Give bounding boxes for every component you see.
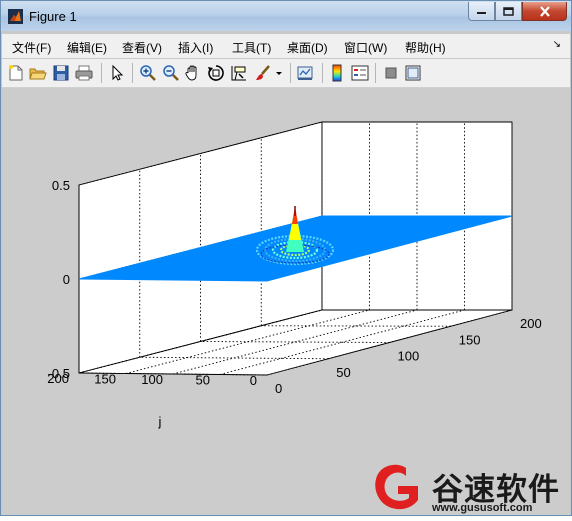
print-icon[interactable] xyxy=(75,64,93,82)
menu-view[interactable]: 查看(V) xyxy=(122,39,162,56)
menu-file[interactable]: 文件(F) xyxy=(12,39,51,56)
x-tick-label: 200 xyxy=(520,316,542,331)
menu-insert[interactable]: 插入(I) xyxy=(178,39,213,56)
edit-plot-arrow-icon[interactable] xyxy=(108,64,126,82)
colorbar-icon[interactable] xyxy=(328,64,346,82)
z-tick-label: 0 xyxy=(63,272,70,287)
toolbar-separator xyxy=(375,63,376,83)
figure-canvas[interactable]: 0.5 0 -0.5 200 150 100 50 0 0 50 100 150 200 j xyxy=(2,88,570,515)
toolbar-separator xyxy=(132,63,133,83)
x-tick-label: 0 xyxy=(275,381,282,396)
hide-plot-tools-icon[interactable] xyxy=(382,64,400,82)
y-tick-label: 200 xyxy=(47,371,69,386)
y-tick-label: 50 xyxy=(196,373,210,388)
close-icon xyxy=(539,5,550,17)
pan-hand-icon[interactable] xyxy=(184,64,202,82)
toolbar-separator xyxy=(101,63,102,83)
watermark-logo-icon xyxy=(375,464,418,510)
y-axis-label: j xyxy=(158,414,162,429)
minimize-button[interactable] xyxy=(468,2,495,21)
y-tick-label: 150 xyxy=(94,372,116,387)
x-tick-label: 100 xyxy=(398,349,420,364)
open-file-icon[interactable] xyxy=(29,64,47,82)
brush-dropdown-icon[interactable] xyxy=(274,64,284,82)
save-icon[interactable] xyxy=(52,64,70,82)
data-cursor-icon[interactable] xyxy=(230,64,248,82)
minimize-icon xyxy=(477,12,486,14)
x-tick-label: 50 xyxy=(336,365,350,380)
show-plot-tools-icon[interactable] xyxy=(404,64,422,82)
menu-tools[interactable]: 工具(T) xyxy=(232,39,271,56)
zoom-out-icon[interactable] xyxy=(162,64,180,82)
x-tick-label: 150 xyxy=(459,332,481,347)
toolbar-separator xyxy=(290,63,291,83)
y-tick-label: 0 xyxy=(250,373,257,388)
plot-3d[interactable]: 0.50-0.5200 150 100 50 0050100150200j xyxy=(2,88,570,515)
y-tick-label: 100 xyxy=(141,372,163,387)
rotate-3d-icon[interactable] xyxy=(207,64,225,82)
link-plot-icon[interactable] xyxy=(296,64,314,82)
toolbar-separator xyxy=(322,63,323,83)
new-figure-icon[interactable] xyxy=(7,64,25,82)
menu-edit[interactable]: 编辑(E) xyxy=(67,39,107,56)
figure-toolbar xyxy=(2,59,570,88)
menu-bar: 文件(F) 编辑(E) 查看(V) 插入(I) 工具(T) 桌面(D) 窗口(W… xyxy=(2,34,570,58)
brush-icon[interactable] xyxy=(254,64,272,82)
title-bar[interactable]: Figure 1 xyxy=(1,1,571,31)
watermark: 谷速软件 www.gususoft.com xyxy=(370,460,572,516)
maximize-button[interactable] xyxy=(495,2,522,21)
figure-window: Figure 1 文件(F) 编辑(E) 查看(V) 插入(I) 工具(T) 桌… xyxy=(0,0,572,516)
watermark-url: www.gususoft.com xyxy=(432,502,533,514)
caption-buttons xyxy=(468,2,567,22)
menu-overflow-icon[interactable]: ↘ xyxy=(553,39,561,50)
close-button[interactable] xyxy=(522,2,567,21)
menu-help[interactable]: 帮助(H) xyxy=(405,39,446,56)
zoom-in-icon[interactable] xyxy=(139,64,157,82)
menu-window[interactable]: 窗口(W) xyxy=(344,39,387,56)
menu-desktop[interactable]: 桌面(D) xyxy=(287,39,328,56)
legend-icon[interactable] xyxy=(351,64,369,82)
z-tick-label: 0.5 xyxy=(52,178,70,193)
window-title: Figure 1 xyxy=(29,9,77,24)
matlab-logo-icon xyxy=(8,9,23,24)
maximize-icon xyxy=(503,6,514,16)
